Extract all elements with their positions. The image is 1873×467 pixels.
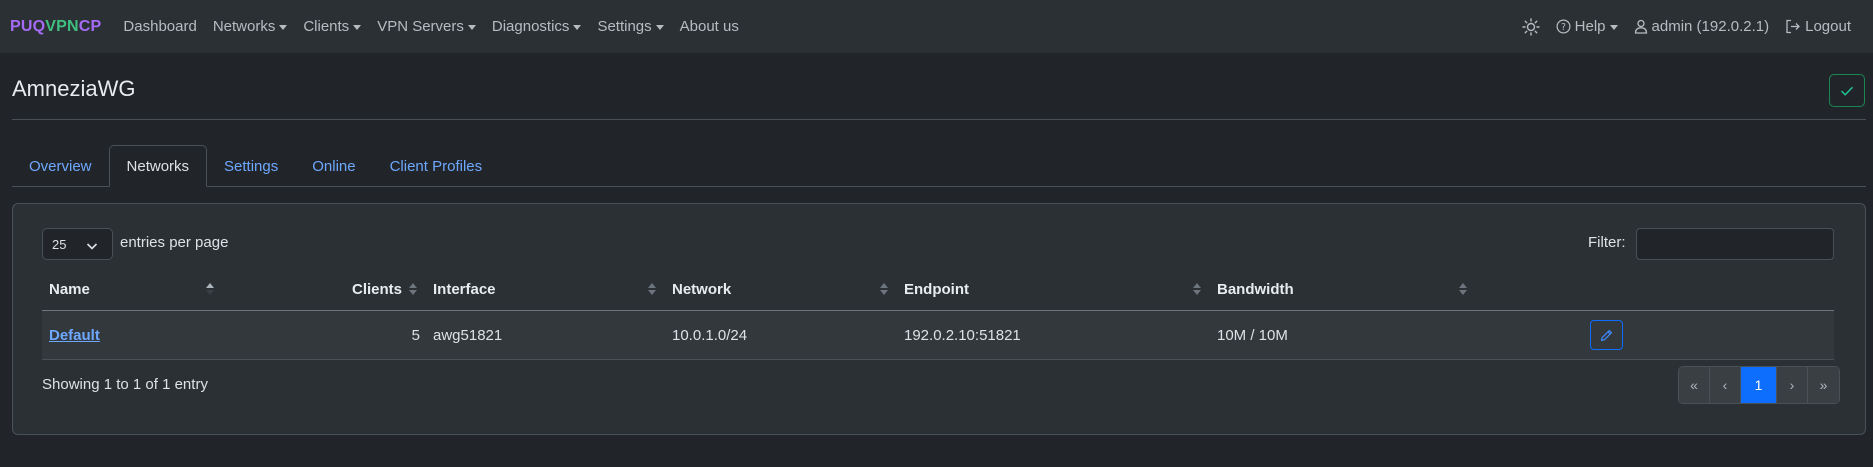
edit-network-button[interactable] — [1590, 320, 1623, 350]
check-icon — [1840, 85, 1854, 97]
nav-diagnostics[interactable]: Diagnostics — [492, 18, 582, 35]
main-nav: Dashboard Networks Clients VPN Servers D… — [123, 18, 754, 35]
chevron-down-icon — [86, 239, 98, 254]
caret-down-icon — [353, 25, 362, 30]
column-header-name[interactable]: Name — [49, 268, 90, 310]
logout-icon — [1785, 19, 1801, 34]
pagination-first[interactable]: « — [1679, 367, 1710, 403]
sun-icon — [1521, 17, 1540, 36]
question-circle-icon: ? — [1556, 19, 1571, 34]
pagination-prev[interactable]: ‹ — [1710, 367, 1741, 403]
nav-label: VPN Servers — [377, 18, 464, 35]
logout-label: Logout — [1805, 18, 1851, 35]
cell-clients: 5 — [411, 326, 420, 344]
column-header-interface[interactable]: Interface — [433, 268, 496, 310]
entries-per-page-value: 25 — [52, 236, 67, 252]
filter-label: Filter: — [1588, 234, 1626, 251]
cell-interface: awg51821 — [433, 326, 503, 344]
pagination-page-1[interactable]: 1 — [1741, 367, 1777, 403]
caret-down-icon — [467, 25, 476, 30]
theme-toggle[interactable] — [1521, 17, 1540, 36]
column-header-endpoint[interactable]: Endpoint — [904, 268, 969, 310]
top-navbar: PUQ VPN CP Dashboard Networks Clients VPN … — [0, 0, 1873, 53]
svg-text:?: ? — [1561, 22, 1566, 33]
entries-per-page-label: entries per page — [120, 234, 229, 251]
sort-icon — [648, 283, 656, 295]
caret-down-icon — [1609, 25, 1618, 30]
nav-label: Settings — [597, 18, 652, 35]
pagination: « ‹ 1 › » — [1678, 366, 1840, 404]
tab-client-profiles[interactable]: Client Profiles — [373, 145, 500, 187]
cell-bandwidth: 10M / 10M — [1217, 326, 1288, 344]
nav-dashboard[interactable]: Dashboard — [123, 18, 196, 35]
user-nav: ? Help admin (192.0.2.1) Logout — [1506, 0, 1851, 53]
tab-bar: Overview Networks Settings Online Client… — [12, 145, 499, 187]
nav-label: Networks — [212, 18, 276, 35]
help-label: Help — [1574, 18, 1606, 35]
sort-icon — [1459, 283, 1467, 295]
person-icon — [1634, 19, 1648, 34]
table-row-divider — [42, 359, 1834, 360]
column-header-bandwidth[interactable]: Bandwidth — [1217, 268, 1294, 310]
nav-about-us[interactable]: About us — [680, 18, 739, 35]
nav-label: About us — [679, 18, 739, 35]
cell-network: 10.0.1.0/24 — [672, 326, 748, 344]
status-check-button[interactable] — [1829, 74, 1865, 107]
table-info: Showing 1 to 1 of 1 entry — [42, 376, 208, 393]
column-header-network[interactable]: Network — [672, 268, 731, 310]
header-divider — [12, 119, 1866, 120]
tab-settings[interactable]: Settings — [207, 145, 295, 187]
table-row: Default 5 awg51821 10.0.1.0/24 192.0.2.1… — [42, 311, 1834, 359]
page-title: AmneziaWG — [12, 76, 136, 101]
caret-down-icon — [279, 25, 288, 30]
sort-icon — [1193, 283, 1201, 295]
brand-part-3: CP — [78, 17, 102, 35]
column-header-clients[interactable]: Clients — [217, 268, 402, 310]
nav-networks[interactable]: Networks — [213, 18, 288, 35]
pencil-icon — [1600, 329, 1613, 342]
tab-networks[interactable]: Networks — [108, 145, 208, 187]
brand-part-2: VPN — [45, 17, 79, 35]
nav-label: Clients — [303, 18, 350, 35]
column-label: Endpoint — [904, 280, 969, 298]
caret-down-icon — [655, 25, 664, 30]
tab-online[interactable]: Online — [295, 145, 372, 187]
sort-icon — [880, 283, 888, 295]
table-header: Name Clients Interface Network Endpoint … — [42, 268, 1834, 310]
sort-asc-icon — [206, 283, 214, 295]
brand-part-1: PUQ — [10, 17, 46, 35]
pagination-last[interactable]: » — [1808, 367, 1839, 403]
tab-overview[interactable]: Overview — [12, 145, 109, 187]
column-label: Interface — [433, 280, 496, 298]
filter-input[interactable] — [1636, 228, 1834, 260]
user-menu[interactable]: admin (192.0.2.1) — [1634, 18, 1770, 35]
brand-logo[interactable]: PUQ VPN CP — [10, 18, 101, 36]
help-menu[interactable]: ? Help — [1556, 18, 1618, 35]
caret-down-icon — [573, 25, 582, 30]
nav-settings[interactable]: Settings — [597, 18, 664, 35]
sort-icon — [409, 283, 417, 295]
nav-label: Diagnostics — [491, 18, 570, 35]
pagination-next[interactable]: › — [1777, 367, 1808, 403]
network-name-link[interactable]: Default — [49, 311, 100, 359]
cell-endpoint: 192.0.2.10:51821 — [904, 326, 1021, 344]
logout-link[interactable]: Logout — [1785, 18, 1851, 35]
column-label: Bandwidth — [1217, 280, 1294, 298]
nav-label: Dashboard — [123, 18, 197, 35]
column-label: Name — [49, 280, 90, 298]
column-label: Network — [672, 280, 732, 298]
user-label: admin (192.0.2.1) — [1651, 18, 1770, 35]
nav-vpn-servers[interactable]: VPN Servers — [377, 18, 476, 35]
nav-clients[interactable]: Clients — [303, 18, 362, 35]
column-label: Clients — [351, 280, 402, 298]
entries-per-page-select[interactable]: 25 — [42, 228, 113, 260]
networks-card: 25 entries per page Filter: Name Clients… — [12, 203, 1866, 435]
